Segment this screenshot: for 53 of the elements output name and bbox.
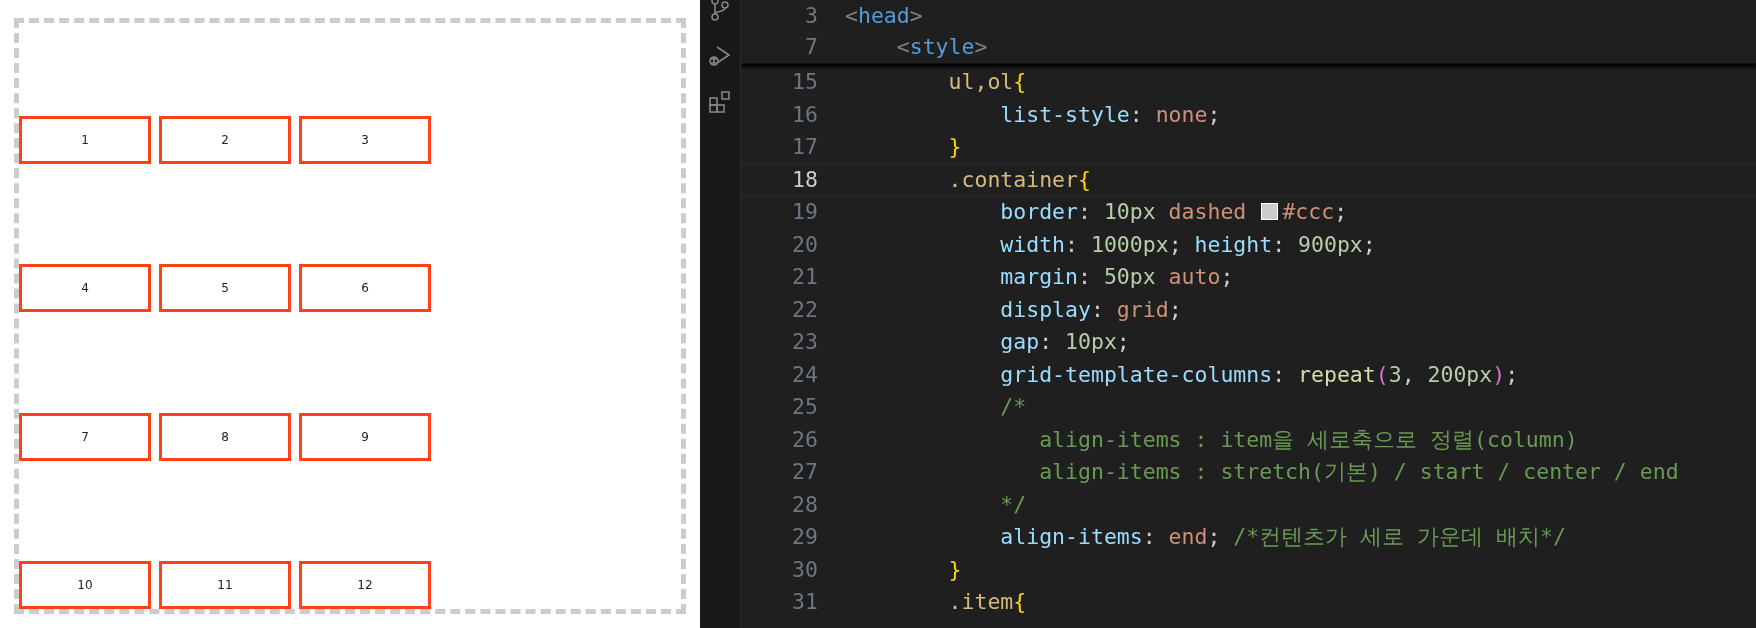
grid-item: 10 [19,561,151,609]
line-number: 26 [791,425,818,454]
grid-item: 9 [299,412,431,461]
line-number: 21 [791,263,818,292]
line-number: 27 [791,458,818,487]
line-number: 17 [791,133,818,162]
grid-item: 4 [19,264,151,312]
line-number: 18 [791,165,818,194]
grid-item: 6 [299,264,431,312]
line-number: 16 [791,100,818,129]
code-line: .container{ [947,165,1091,194]
code-line: ul,ol{ [947,68,1027,97]
line-number: 7 [804,33,818,62]
code-line: width: 1000px; height: 900px; [999,230,1376,259]
code-line: .item{ [947,588,1027,617]
line-number: 19 [791,198,818,227]
code-line: align-items : stretch(기본) / start / center / end [1038,458,1679,487]
run-debug-icon[interactable] [708,44,732,68]
line-number: 30 [791,555,818,584]
code-line: <head> [845,2,923,31]
grid-item: 1 [19,115,151,164]
line-number: 25 [791,393,818,422]
grid-item: 7 [19,412,151,461]
code-line: list-style: none; [999,100,1221,129]
line-number: 29 [791,523,818,552]
code-line: */ [999,490,1027,519]
code-line: align-items: end; /*컨텐츠가 세로 가운데 배치*/ [999,523,1566,552]
line-number: 31 [791,588,818,617]
code-line: margin: 50px auto; [999,263,1234,292]
extensions-icon[interactable] [708,90,732,114]
code-line: align-items : item을 세로축으로 정렬(column) [1038,425,1578,454]
grid-item: 5 [159,264,291,312]
code-line: gap: 10px; [999,328,1130,357]
grid-item: 12 [299,561,431,609]
code-line: grid-template-columns: repeat(3, 200px); [999,360,1519,389]
code-line: } [947,555,962,584]
code-line: display: grid; [999,295,1182,324]
code-line: } [947,133,962,162]
line-number: 3 [804,2,818,31]
line-number: 15 [791,68,818,97]
grid-item: 2 [159,115,291,164]
line-number: 22 [791,295,818,324]
code-line: /* [999,393,1027,422]
grid-item: 3 [299,115,431,164]
line-number: 23 [791,328,818,357]
line-number: 24 [791,360,818,389]
line-number: 20 [791,230,818,259]
grid-item: 11 [159,561,291,609]
code-line: border: 10px dashed #ccc; [999,198,1348,227]
line-number: 28 [791,490,818,519]
source-control-icon[interactable] [709,0,731,22]
code-line: <style> [895,33,988,62]
grid-item: 8 [159,412,291,461]
